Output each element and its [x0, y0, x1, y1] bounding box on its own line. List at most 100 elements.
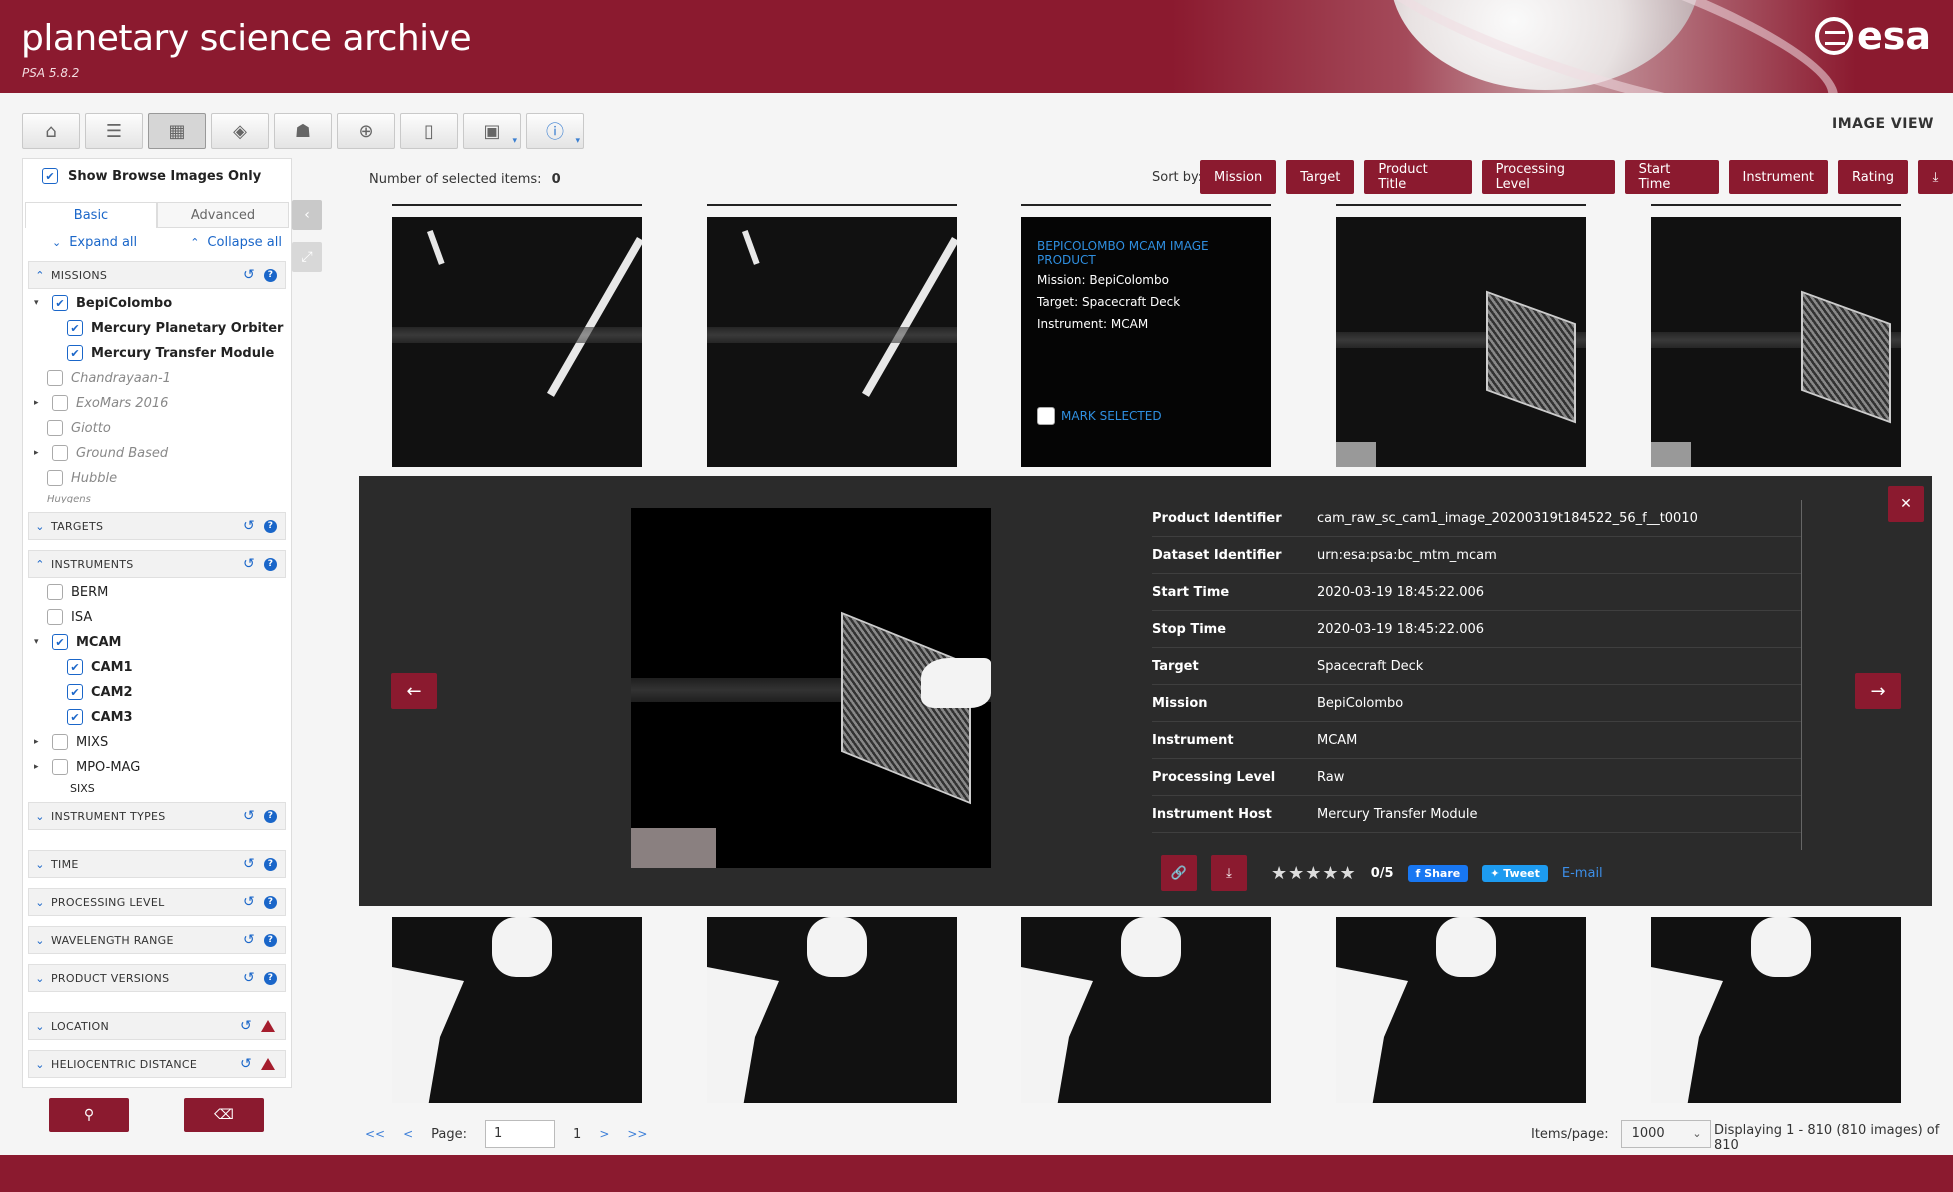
clear-filters-button[interactable]: ⌫ [184, 1098, 264, 1132]
info-tool-button[interactable]: ⓘ ▾ [526, 113, 584, 149]
image-thumbnail[interactable] [392, 217, 642, 467]
image-thumbnail[interactable] [1651, 217, 1901, 467]
previous-image-button[interactable]: ← [391, 673, 437, 709]
caret-down-icon[interactable]: ▾ [34, 298, 44, 308]
reset-icon[interactable]: ↺ [234, 932, 264, 948]
reset-icon[interactable]: ↺ [234, 894, 264, 910]
home-button[interactable]: ⌂ [22, 113, 80, 149]
sort-start-time-button[interactable]: Start Time [1624, 160, 1719, 194]
tree-item-mpo-mag[interactable]: ▸ MPO-MAG [34, 759, 140, 775]
reset-icon[interactable]: ↺ [234, 970, 264, 986]
reset-icon[interactable]: ↺ [231, 1056, 261, 1072]
checkbox-icon[interactable] [52, 759, 68, 775]
section-heliocentric-distance[interactable]: ⌄ HELIOCENTRIC DISTANCE ↺ [28, 1050, 286, 1078]
section-location[interactable]: ⌄ LOCATION ↺ [28, 1012, 286, 1040]
section-processing-level[interactable]: ⌄ PROCESSING LEVEL ↺? [28, 888, 286, 916]
section-instruments[interactable]: ⌃ INSTRUMENTS ↺ ? [28, 550, 286, 578]
last-page-link[interactable]: >> [627, 1127, 647, 1141]
collapse-sidebar-button[interactable]: ‹ [292, 200, 322, 230]
reset-icon[interactable]: ↺ [234, 856, 264, 872]
section-product-versions[interactable]: ⌄ PRODUCT VERSIONS ↺? [28, 964, 286, 992]
download-product-button[interactable]: ⤓ [1211, 855, 1247, 891]
tweet-button[interactable]: ✦ Tweet [1482, 864, 1548, 882]
expand-all-link[interactable]: ⌄ Expand all [52, 235, 137, 250]
help-icon[interactable]: ? [264, 809, 277, 823]
tree-item-berm[interactable]: BERM [47, 584, 108, 600]
tree-item-huygens[interactable]: Huygens [47, 495, 91, 503]
facebook-share-button[interactable]: f Share [1407, 864, 1469, 882]
tree-item-chandrayaan[interactable]: Chandrayaan-1 [47, 370, 171, 386]
caret-right-icon[interactable]: ▸ [34, 737, 44, 747]
next-image-button[interactable]: → [1855, 673, 1901, 709]
tree-item-isa[interactable]: ISA [47, 609, 92, 625]
checkbox-icon[interactable] [47, 609, 63, 625]
checkbox-icon[interactable] [52, 445, 68, 461]
help-icon[interactable]: ? [264, 933, 277, 947]
help-icon[interactable]: ? [264, 971, 277, 985]
fullscreen-button[interactable]: ⤢ [292, 242, 322, 272]
checkbox-icon[interactable] [47, 370, 63, 386]
reset-icon[interactable]: ↺ [234, 267, 264, 283]
image-thumbnail[interactable] [1651, 917, 1901, 1103]
checkbox-checked-icon[interactable]: ✔ [52, 295, 68, 311]
tree-item-mcam[interactable]: ▾ ✔ MCAM [34, 634, 121, 650]
table-view-button[interactable]: ☰ [85, 113, 143, 149]
tree-item-mpo[interactable]: ✔ Mercury Planetary Orbiter [67, 320, 283, 336]
rating-stars[interactable]: ★★★★★ [1271, 863, 1357, 884]
reset-icon[interactable]: ↺ [234, 556, 264, 572]
tab-advanced[interactable]: Advanced [157, 202, 289, 228]
help-icon[interactable]: ? [264, 857, 277, 871]
tree-item-mixs[interactable]: ▸ MIXS [34, 734, 108, 750]
caret-down-icon[interactable]: ▾ [34, 637, 44, 647]
warning-icon[interactable] [261, 1020, 275, 1032]
download-tool-button[interactable]: ⊕ [337, 113, 395, 149]
page-input[interactable]: 1 [485, 1120, 556, 1148]
sort-product-title-button[interactable]: Product Title [1364, 160, 1472, 194]
tree-item-ground-based[interactable]: ▸ Ground Based [34, 445, 168, 461]
image-view-button[interactable]: ▦ [148, 113, 206, 149]
reset-icon[interactable]: ↺ [234, 518, 264, 534]
reset-icon[interactable]: ↺ [231, 1018, 261, 1034]
checkbox-icon[interactable] [47, 470, 63, 486]
previous-page-link[interactable]: < [403, 1127, 413, 1141]
image-thumbnail[interactable] [1336, 917, 1586, 1103]
tab-basic[interactable]: Basic [25, 202, 157, 228]
show-browse-images-toggle[interactable]: ✔ Show Browse Images Only [42, 168, 261, 184]
close-detail-button[interactable]: ✕ [1888, 486, 1924, 522]
warning-icon[interactable] [261, 1058, 275, 1070]
checkbox-checked-icon[interactable]: ✔ [67, 320, 83, 336]
caret-right-icon[interactable]: ▸ [34, 762, 44, 772]
section-targets[interactable]: ⌄ TARGETS ↺ ? [28, 512, 286, 540]
section-time[interactable]: ⌄ TIME ↺? [28, 850, 286, 878]
help-icon[interactable]: ? [264, 557, 277, 571]
tree-item-cam3[interactable]: ✔ CAM3 [67, 709, 133, 725]
rocks-button[interactable]: ☗ [274, 113, 332, 149]
checkbox-icon[interactable] [47, 420, 63, 436]
map-view-button[interactable]: ◈ [211, 113, 269, 149]
collapse-all-link[interactable]: ⌃ Collapse all [190, 235, 282, 250]
items-per-page-select[interactable]: 1000 ⌄ [1620, 1120, 1711, 1148]
detail-image[interactable] [631, 508, 991, 868]
checkbox-icon[interactable] [52, 395, 68, 411]
tree-item-hubble[interactable]: Hubble [47, 470, 117, 486]
box-tool-button[interactable]: ▣ ▾ [463, 113, 521, 149]
download-results-button[interactable]: ⤓ [1917, 160, 1953, 194]
image-thumbnail[interactable] [707, 917, 957, 1103]
checkbox-checked-icon[interactable]: ✔ [67, 659, 83, 675]
sort-target-button[interactable]: Target [1286, 160, 1355, 194]
scroll-tool-button[interactable]: ▯ [400, 113, 458, 149]
first-page-link[interactable]: << [365, 1127, 385, 1141]
help-icon[interactable]: ? [264, 519, 277, 533]
section-wavelength-range[interactable]: ⌄ WAVELENGTH RANGE ↺? [28, 926, 286, 954]
checkbox-checked-icon[interactable]: ✔ [67, 684, 83, 700]
reset-icon[interactable]: ↺ [234, 808, 264, 824]
sort-instrument-button[interactable]: Instrument [1728, 160, 1829, 194]
help-icon[interactable]: ? [264, 895, 277, 909]
caret-right-icon[interactable]: ▸ [34, 448, 44, 458]
mark-selected-toggle[interactable]: MARK SELECTED [1037, 407, 1162, 425]
image-thumbnail[interactable] [1021, 917, 1271, 1103]
tree-item-sixs[interactable]: SIXS [70, 784, 95, 792]
tree-item-exomars[interactable]: ▸ ExoMars 2016 [34, 395, 168, 411]
image-thumbnail[interactable] [392, 917, 642, 1103]
search-button[interactable]: ⚲ [49, 1098, 129, 1132]
